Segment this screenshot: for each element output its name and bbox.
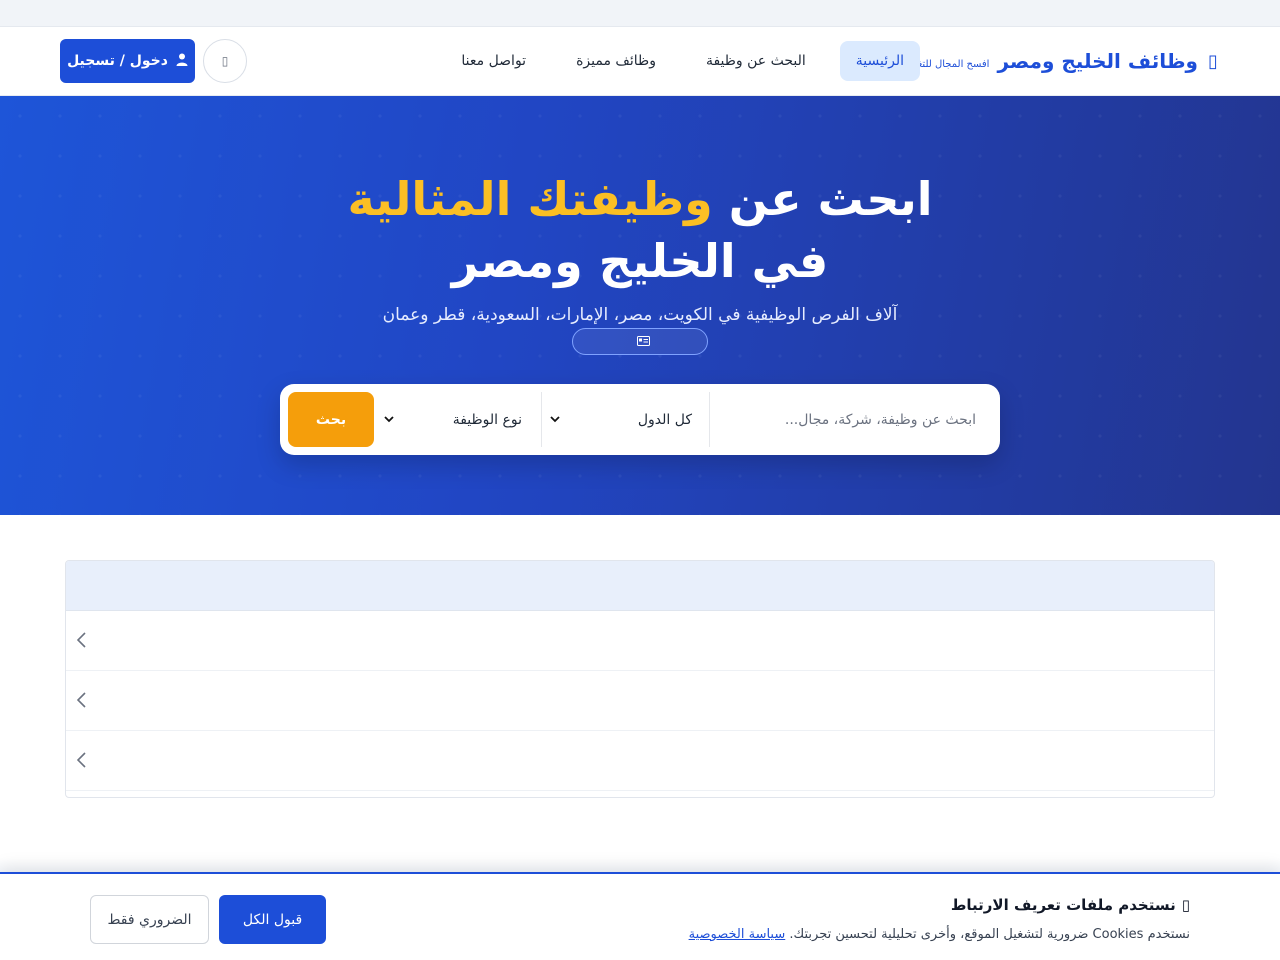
chevron-left-icon	[74, 749, 88, 773]
nav-link-contact[interactable]: تواصل معنا	[445, 41, 542, 81]
job-search-bar: ⌕ كل الدول نوع الوظيفة بحث	[280, 384, 1000, 455]
cookie-banner: ▯ نستخدم ملفات تعريف الارتباط نستخدم Coo…	[0, 872, 1280, 960]
hero-badge[interactable]	[572, 328, 708, 355]
top-strip	[0, 0, 1280, 27]
accordion-row[interactable]	[66, 671, 1214, 731]
accordion-row[interactable]	[66, 731, 1214, 791]
cookie-text: نستخدم Cookies ضرورية لتشغيل الموقع، وأخ…	[689, 927, 1190, 942]
chevron-down-icon	[550, 415, 560, 426]
login-register-label: دخول / تسجيل	[67, 53, 168, 69]
accordion-panel	[65, 560, 1215, 798]
theme-toggle-button[interactable]: ▯	[203, 39, 247, 83]
brand-logo[interactable]: ▯ وظائف الخليج ومصر افسح المجال للتغيير	[906, 47, 1220, 75]
country-select[interactable]: كل الدول	[550, 402, 692, 438]
search-divider	[541, 392, 542, 447]
login-register-button[interactable]: دخول / تسجيل	[60, 39, 195, 83]
chevron-left-icon	[74, 689, 88, 713]
nav-link-job-search[interactable]: البحث عن وظيفة	[690, 41, 822, 81]
hero-title-line2: في الخليج ومصر	[451, 234, 829, 288]
accordion-header	[66, 561, 1214, 611]
hero-section: ابحث عن وظيفتك المثالية في الخليج ومصر آ…	[0, 96, 1280, 515]
brand-icon: ▯	[1208, 50, 1218, 72]
cookie-title-text: نستخدم ملفات تعريف الارتباط	[950, 896, 1176, 914]
navbar: ▯ وظائف الخليج ومصر افسح المجال للتغيير …	[0, 27, 1280, 96]
main-nav: الرئيسية البحث عن وظيفة وظائف مميزة تواص…	[445, 41, 920, 81]
brand-name: وظائف الخليج ومصر	[997, 49, 1198, 73]
job-type-select-value: نوع الوظيفة	[452, 412, 522, 428]
moon-icon: ▯	[221, 54, 229, 68]
hero-title: ابحث عن وظيفتك المثالية في الخليج ومصر	[0, 168, 1280, 292]
chevron-left-icon	[74, 629, 88, 653]
cookie-title: ▯ نستخدم ملفات تعريف الارتباط	[951, 896, 1190, 914]
country-select-value: كل الدول	[637, 412, 692, 428]
cookie-description: نستخدم Cookies ضرورية لتشغيل الموقع، وأخ…	[789, 927, 1190, 942]
search-divider	[709, 392, 710, 447]
nav-link-home[interactable]: الرئيسية	[839, 41, 920, 81]
nav-link-featured-jobs[interactable]: وظائف مميزة	[560, 41, 672, 81]
job-search-input[interactable]	[721, 402, 976, 438]
hero-subtitle: آلاف الفرص الوظيفية في الكويت، مصر، الإم…	[382, 305, 898, 325]
id-card-icon	[636, 335, 650, 349]
cookie-icon: ▯	[1181, 896, 1190, 914]
accordion-row[interactable]	[66, 611, 1214, 671]
essential-only-button[interactable]: الضروري فقط	[90, 895, 209, 944]
search-button[interactable]: بحث	[288, 392, 374, 447]
chevron-down-icon	[384, 415, 394, 426]
accept-all-button[interactable]: قبول الكل	[219, 895, 326, 944]
job-type-select[interactable]: نوع الوظيفة	[384, 402, 522, 438]
hero-title-part1: ابحث عن	[728, 172, 933, 226]
hero-title-accent: وظيفتك المثالية	[347, 172, 713, 226]
privacy-policy-link[interactable]: سياسة الخصوصية	[689, 927, 786, 942]
user-icon	[176, 53, 188, 70]
